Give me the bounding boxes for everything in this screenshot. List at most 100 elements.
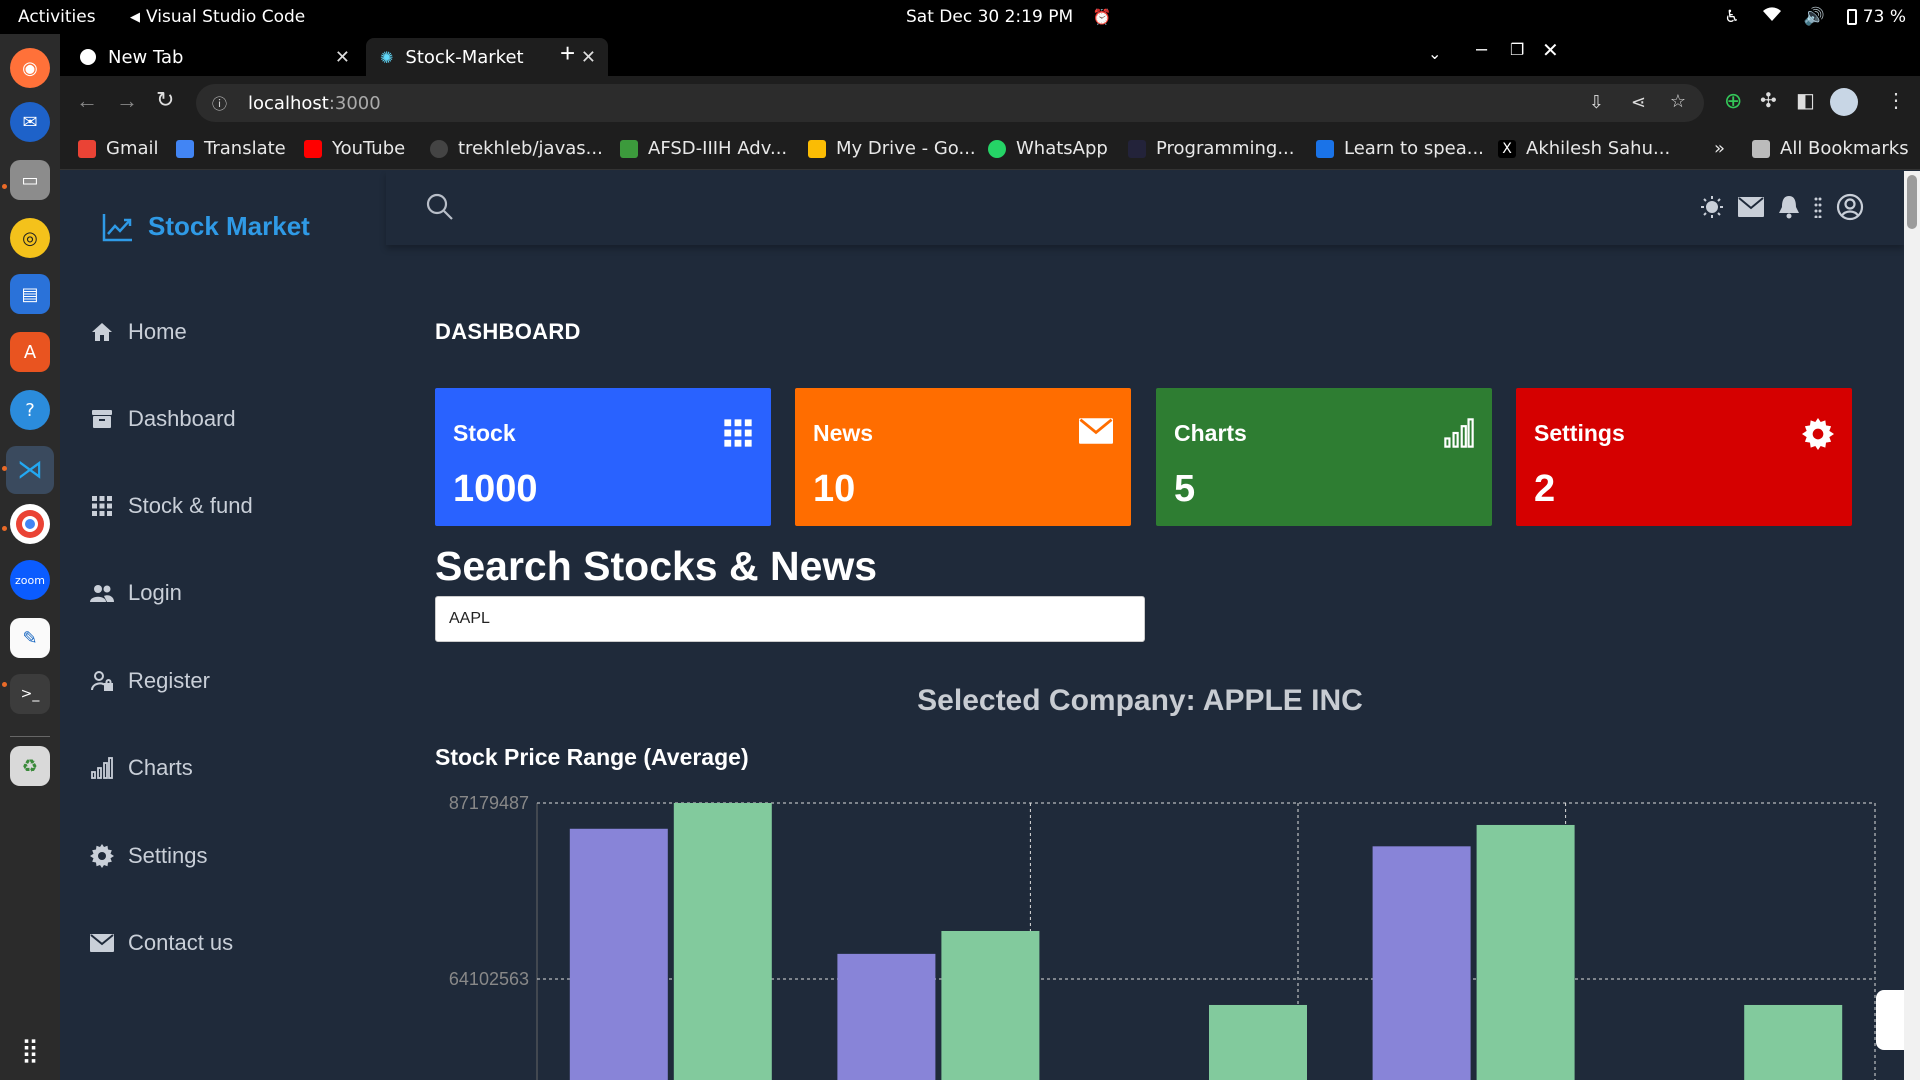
search-icon[interactable] <box>426 193 454 226</box>
trash-icon[interactable]: ♻ <box>10 746 50 786</box>
news-card[interactable]: News 10 <box>795 388 1131 526</box>
bookmarks-overflow-button[interactable]: » <box>1714 138 1725 159</box>
bookmark-gmail[interactable]: Gmail <box>78 138 159 159</box>
show-apps-icon[interactable]: ⣿ <box>10 1030 50 1070</box>
forward-icon[interactable]: → <box>116 88 138 114</box>
bookmark-drive[interactable]: My Drive - Go... <box>808 138 976 159</box>
minimize-icon[interactable]: – <box>1476 38 1487 61</box>
rhythmbox-icon[interactable]: ◎ <box>10 218 50 258</box>
bookmark-youtube[interactable]: YouTube <box>304 138 405 159</box>
envelope-icon <box>1079 418 1113 449</box>
side-panel-toggle[interactable] <box>1876 990 1904 1050</box>
close-tab-icon[interactable]: ✕ <box>581 47 596 68</box>
sidebar-item-contact[interactable]: Contact us <box>90 930 233 956</box>
bookmark-whatsapp[interactable]: WhatsApp <box>988 138 1108 159</box>
bell-icon[interactable] <box>1778 195 1800 224</box>
sun-icon[interactable] <box>1700 195 1724 224</box>
vscode-icon[interactable]: ⋊ <box>6 446 54 494</box>
share-icon[interactable]: ⋖ <box>1631 92 1646 113</box>
side-panel-icon[interactable]: ◧ <box>1796 88 1815 113</box>
user-circle-icon[interactable] <box>1836 193 1864 226</box>
clock-text: Sat Dec 30 2:19 PM <box>906 7 1074 27</box>
mail-icon[interactable] <box>1738 197 1764 222</box>
app-center-icon[interactable]: A <box>10 332 50 372</box>
tab-search-chevron-icon[interactable]: ⌄ <box>1428 44 1441 64</box>
bookmark-programming[interactable]: Programming... <box>1128 138 1294 159</box>
sidebar-item-stock-fund[interactable]: Stock & fund <box>90 493 253 519</box>
battery-indicator: 73 % <box>1846 7 1906 27</box>
folder-icon <box>1752 139 1770 158</box>
bookmark-translate[interactable]: Translate <box>176 138 286 159</box>
battery-icon <box>1846 8 1857 25</box>
stock-card[interactable]: Stock 1000 <box>435 388 771 526</box>
close-window-icon[interactable]: ✕ <box>1542 38 1559 63</box>
accessibility-icon[interactable]: ♿ <box>1724 7 1739 27</box>
sidebar-item-charts[interactable]: Charts <box>90 755 193 781</box>
page-scrollbar[interactable] <box>1904 171 1920 1080</box>
bookmark-label: Gmail <box>106 138 159 159</box>
zoom-icon[interactable]: zoom <box>10 560 50 600</box>
help-icon[interactable]: ? <box>10 390 50 430</box>
tab-new-tab[interactable]: New Tab ✕ <box>66 38 362 76</box>
close-tab-icon[interactable]: ✕ <box>335 47 350 68</box>
bookmark-label: Learn to spea... <box>1344 138 1484 159</box>
writer-icon[interactable]: ▤ <box>10 274 50 314</box>
card-label: Charts <box>1174 420 1247 446</box>
bookmark-afsd[interactable]: AFSD-IIIH Adv... <box>620 138 787 159</box>
card-value: 5 <box>1174 468 1196 510</box>
bookmark-label: Programming... <box>1156 138 1295 159</box>
activities-button[interactable]: Activities <box>18 7 96 27</box>
bar-chart-icon <box>90 756 114 780</box>
bookmark-star-icon[interactable]: ☆ <box>1670 91 1686 112</box>
gmail-icon <box>78 139 96 158</box>
site-info-icon[interactable]: ⓘ <box>212 93 227 114</box>
focused-app-name: Visual Studio Code <box>146 7 306 27</box>
install-app-icon[interactable]: ⇩ <box>1589 92 1604 113</box>
bookmark-learn[interactable]: Learn to spea... <box>1316 138 1484 159</box>
address-bar[interactable]: ⓘ localhost:3000 ⇩ ⋖ ☆ <box>196 84 1704 122</box>
browser-menu-icon[interactable]: ⋮ <box>1886 88 1906 113</box>
settings-card[interactable]: Settings 2 <box>1516 388 1852 526</box>
url-host: localhost <box>248 92 329 114</box>
focused-app-menu[interactable]: ◀ Visual Studio Code <box>130 7 305 27</box>
whatsapp-icon <box>988 139 1006 158</box>
card-value: 10 <box>813 468 856 510</box>
extension-plus-icon[interactable]: ⊕ <box>1724 88 1742 114</box>
sidebar-item-home[interactable]: Home <box>90 319 187 345</box>
restore-icon[interactable]: ❐ <box>1510 40 1524 60</box>
chrome-icon[interactable] <box>10 504 50 544</box>
reload-icon[interactable]: ↻ <box>156 87 174 113</box>
sidebar-item-settings[interactable]: Settings <box>90 843 208 869</box>
charts-card[interactable]: Charts 5 <box>1156 388 1492 526</box>
system-status-area[interactable]: ♿ 🔊 73 % <box>1724 6 1906 27</box>
all-bookmarks-button[interactable]: All Bookmarks <box>1752 138 1909 159</box>
user-lock-icon <box>90 669 114 693</box>
extensions-puzzle-icon[interactable]: ✣ <box>1760 88 1777 113</box>
sidebar-item-dashboard[interactable]: Dashboard <box>90 406 236 432</box>
x-icon: X <box>1498 139 1516 158</box>
archive-icon <box>90 407 114 431</box>
drag-handle-icon[interactable] <box>1814 196 1822 223</box>
thunderbird-icon[interactable]: ✉ <box>10 102 50 142</box>
scrollbar-thumb[interactable] <box>1907 175 1917 229</box>
chart-title: Stock Price Range (Average) <box>435 744 749 770</box>
profile-avatar[interactable] <box>1830 88 1858 116</box>
bookmark-label: WhatsApp <box>1016 138 1108 159</box>
firefox-icon[interactable]: ◉ <box>10 48 50 88</box>
bookmark-github[interactable]: trekhleb/javas... <box>430 138 603 159</box>
sidebar-item-register[interactable]: Register <box>90 668 210 694</box>
bookmark-x[interactable]: X Akhilesh Sahu... <box>1498 138 1670 159</box>
back-icon[interactable]: ← <box>76 88 98 114</box>
files-icon[interactable]: ▭ <box>10 160 50 200</box>
terminal-icon[interactable]: >_ <box>10 674 50 714</box>
alarm-icon: ⏰ <box>1092 8 1112 26</box>
header-actions <box>1700 193 1864 226</box>
users-icon <box>90 581 114 605</box>
sidebar-item-login[interactable]: Login <box>90 580 182 606</box>
brand-logo[interactable]: Stock Market <box>102 211 310 242</box>
card-value: 2 <box>1534 468 1556 510</box>
text-editor-icon[interactable]: ✎ <box>10 618 50 658</box>
new-tab-button[interactable]: + <box>560 38 575 69</box>
clock[interactable]: Sat Dec 30 2:19 PM ⏰ <box>906 7 1111 27</box>
stock-search-input[interactable] <box>435 596 1145 642</box>
